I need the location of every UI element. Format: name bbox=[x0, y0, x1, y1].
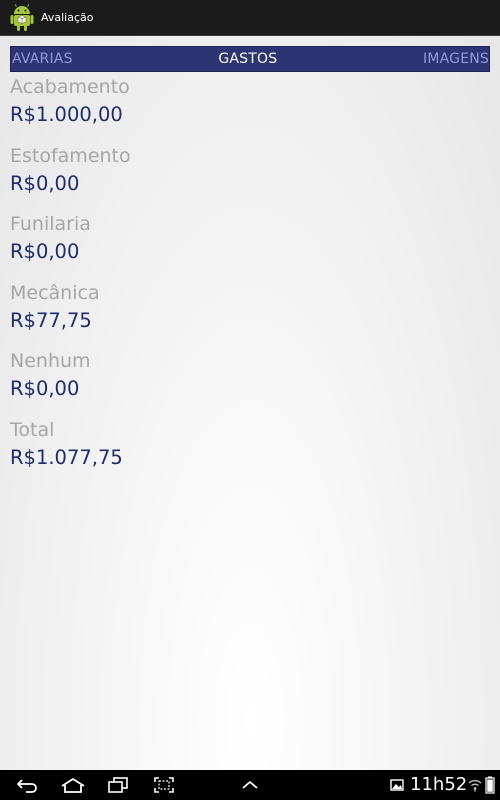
expense-item-mecanica: Mecânica R$77,75 bbox=[10, 280, 490, 349]
expense-label: Nenhum bbox=[10, 350, 91, 372]
home-icon[interactable] bbox=[58, 775, 88, 795]
system-bar: 11h52 bbox=[0, 770, 500, 800]
expense-value: R$1.000,00 bbox=[10, 103, 123, 126]
menu-up-icon[interactable] bbox=[238, 775, 262, 795]
app-title: Avaliação bbox=[41, 11, 94, 24]
tab-gastos[interactable]: GASTOS bbox=[218, 51, 277, 67]
expense-list: Acabamento R$1.000,00 Estofamento R$0,00… bbox=[10, 74, 490, 485]
total-value: R$1.077,75 bbox=[10, 445, 123, 469]
expense-label: Acabamento bbox=[10, 76, 130, 98]
tab-bar: AVARIAS GASTOS IMAGENS bbox=[10, 46, 490, 72]
expense-value: R$0,00 bbox=[10, 240, 80, 263]
status-time: 11h52 bbox=[410, 774, 468, 795]
wifi-icon bbox=[468, 775, 482, 795]
expense-label: Mecânica bbox=[10, 281, 100, 304]
battery-icon bbox=[484, 775, 496, 795]
android-robot-icon[interactable] bbox=[8, 3, 36, 33]
expense-label: Estofamento bbox=[10, 144, 131, 167]
recent-apps-icon[interactable] bbox=[105, 775, 131, 795]
expense-item-funilaria: Funilaria R$0,00 bbox=[10, 211, 490, 280]
expense-value: R$0,00 bbox=[10, 377, 80, 400]
expense-value: R$77,75 bbox=[10, 308, 92, 332]
expense-value: R$0,00 bbox=[10, 171, 80, 195]
expense-item-nenhum: Nenhum R$0,00 bbox=[10, 348, 490, 417]
expense-item-acabamento: Acabamento R$1.000,00 bbox=[10, 74, 490, 143]
tab-avarias[interactable]: AVARIAS bbox=[11, 51, 73, 67]
expense-label: Funilaria bbox=[10, 213, 91, 235]
back-icon[interactable] bbox=[14, 775, 40, 795]
tab-imagens[interactable]: IMAGENS bbox=[423, 51, 489, 67]
image-notification-icon bbox=[389, 775, 405, 795]
expense-item-total: Total R$1.077,75 bbox=[10, 417, 490, 486]
action-bar: Avaliação bbox=[0, 0, 500, 36]
total-label: Total bbox=[10, 418, 55, 441]
expense-item-estofamento: Estofamento R$0,00 bbox=[10, 143, 490, 212]
screenshot-icon[interactable] bbox=[152, 775, 176, 795]
